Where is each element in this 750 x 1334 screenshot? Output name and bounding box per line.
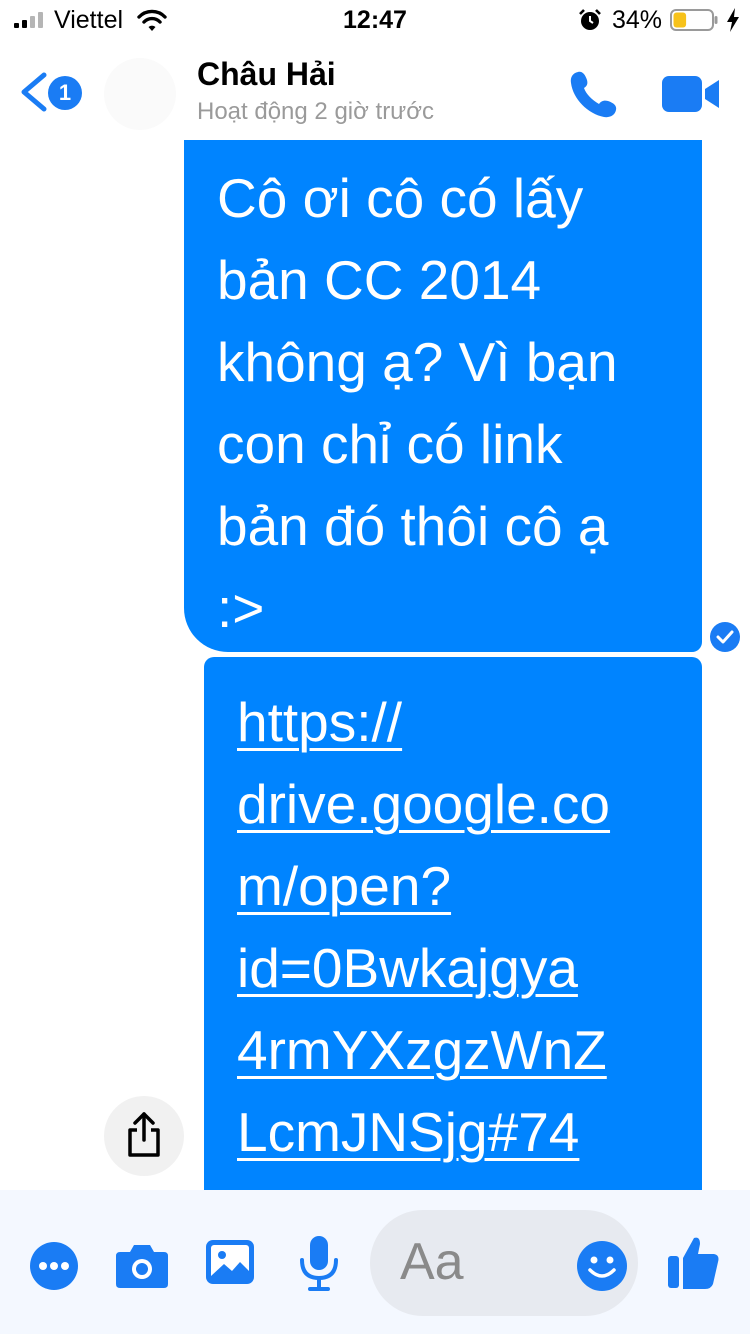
seen-check-icon [710, 622, 740, 652]
thumbs-up-icon[interactable] [668, 1234, 720, 1290]
battery-percentage: 34% [612, 6, 663, 34]
emoji-icon[interactable] [576, 1240, 628, 1292]
messenger-screen: Viettel 12:47 34% 1 Châu Hải Hoạt động 2… [0, 0, 750, 1334]
message-text: Cô ơi cô có lấy bản CC 2014 không ạ? Vì … [217, 167, 618, 639]
more-dots-icon[interactable] [30, 1242, 78, 1290]
sent-message-bubble[interactable]: Cô ơi cô có lấy bản CC 2014 không ạ? Vì … [184, 140, 702, 652]
share-icon [128, 1112, 160, 1157]
gallery-icon[interactable] [206, 1240, 254, 1284]
battery-icon [670, 9, 718, 31]
video-camera-icon[interactable] [662, 76, 720, 112]
phone-icon[interactable] [568, 68, 620, 120]
conversation-header: 1 Châu Hải Hoạt động 2 giờ trước [0, 40, 750, 140]
drive-link[interactable]: https:// drive.google.co m/open? id=0Bwk… [237, 681, 702, 1190]
contact-status: Hoạt động 2 giờ trước [197, 98, 434, 125]
share-button[interactable] [104, 1096, 184, 1176]
message-list: Cô ơi cô có lấy bản CC 2014 không ạ? Vì … [0, 140, 750, 1190]
message-composer: Aa [0, 1190, 750, 1334]
sent-link-bubble[interactable]: https:// drive.google.co m/open? id=0Bwk… [204, 657, 702, 1190]
back-chevron-icon [21, 72, 47, 112]
microphone-icon[interactable] [298, 1236, 340, 1292]
avatar[interactable] [104, 58, 176, 130]
alarm-icon [579, 9, 601, 30]
charging-icon [727, 8, 739, 32]
unread-badge[interactable]: 1 [48, 76, 82, 110]
status-bar: Viettel 12:47 34% [0, 0, 750, 40]
contact-name[interactable]: Châu Hải [197, 56, 336, 93]
message-placeholder: Aa [400, 1233, 464, 1291]
camera-icon[interactable] [116, 1240, 168, 1288]
